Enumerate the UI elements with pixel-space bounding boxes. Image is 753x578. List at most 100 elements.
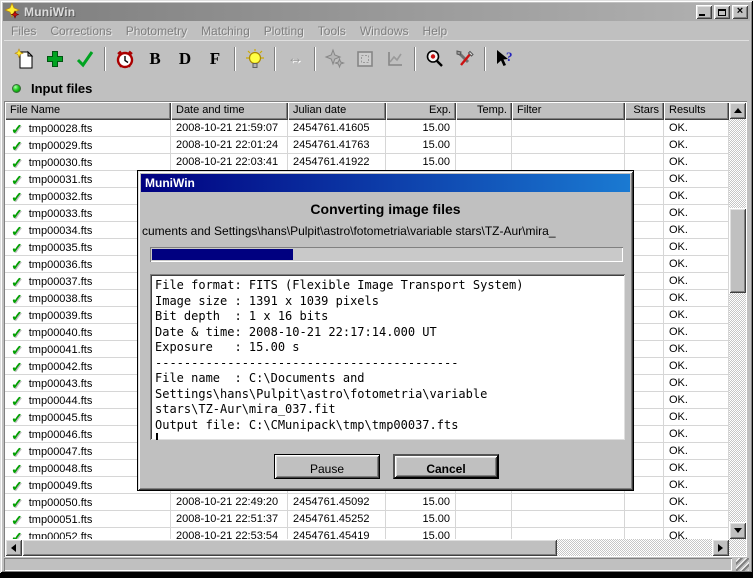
plot-light-curve-button[interactable] xyxy=(380,45,410,73)
cell-results[interactable]: OK. xyxy=(664,239,729,256)
cell-results[interactable]: OK. xyxy=(664,358,729,375)
matching-button[interactable] xyxy=(320,45,350,73)
context-help-button[interactable]: ? xyxy=(490,45,520,73)
cell-exp[interactable]: 15.00 xyxy=(386,511,456,528)
cell-file[interactable]: ✓tmp00050.fts xyxy=(5,494,171,511)
cell-datetime[interactable]: 2008-10-21 22:49:20 xyxy=(171,494,288,511)
cell-file[interactable]: ✓tmp00029.fts xyxy=(5,137,171,154)
flat-correction-button[interactable]: F xyxy=(200,45,230,73)
cell-filter[interactable] xyxy=(512,154,625,171)
cell-filter[interactable] xyxy=(512,137,625,154)
cell-results[interactable]: OK. xyxy=(664,426,729,443)
cell-results[interactable]: OK. xyxy=(664,256,729,273)
cell-stars[interactable] xyxy=(625,528,664,539)
minimize-button[interactable] xyxy=(696,5,712,19)
cell-results[interactable]: OK. xyxy=(664,154,729,171)
cell-results[interactable]: OK. xyxy=(664,188,729,205)
cell-file[interactable]: ✓tmp00051.fts xyxy=(5,511,171,528)
cell-results[interactable]: OK. xyxy=(664,171,729,188)
cell-temp[interactable] xyxy=(456,120,512,137)
horizontal-scrollbar[interactable] xyxy=(5,539,729,556)
cell-datetime[interactable]: 2008-10-21 21:59:07 xyxy=(171,120,288,137)
table-row[interactable]: ✓tmp00050.fts2008-10-21 22:49:202454761.… xyxy=(5,494,729,511)
cell-results[interactable]: OK. xyxy=(664,392,729,409)
cell-results[interactable]: OK. xyxy=(664,409,729,426)
menu-files[interactable]: Files xyxy=(4,22,43,40)
cell-results[interactable]: OK. xyxy=(664,222,729,239)
frame-preview-button[interactable] xyxy=(350,45,380,73)
pause-button[interactable]: Pause xyxy=(274,454,380,479)
cell-temp[interactable] xyxy=(456,511,512,528)
express-reduction-button[interactable]: ↔ xyxy=(280,45,310,73)
add-files-button[interactable] xyxy=(40,45,70,73)
find-variables-button[interactable] xyxy=(420,45,450,73)
cell-results[interactable]: OK. xyxy=(664,137,729,154)
cell-stars[interactable] xyxy=(625,137,664,154)
cell-results[interactable]: OK. xyxy=(664,341,729,358)
cell-results[interactable]: OK. xyxy=(664,120,729,137)
cell-filter[interactable] xyxy=(512,528,625,539)
cell-temp[interactable] xyxy=(456,154,512,171)
maximize-button[interactable] xyxy=(714,5,730,19)
column-header-temp[interactable]: Temp. xyxy=(456,102,512,120)
cell-results[interactable]: OK. xyxy=(664,205,729,222)
cell-file[interactable]: ✓tmp00052.fts xyxy=(5,528,171,539)
cell-results[interactable]: OK. xyxy=(664,273,729,290)
resize-grip[interactable] xyxy=(736,558,749,571)
bias-correction-button[interactable]: B xyxy=(140,45,170,73)
cell-exp[interactable]: 15.00 xyxy=(386,137,456,154)
new-project-button[interactable] xyxy=(10,45,40,73)
table-row[interactable]: ✓tmp00030.fts2008-10-21 22:03:412454761.… xyxy=(5,154,729,171)
column-header-datetime[interactable]: Date and time xyxy=(171,102,288,120)
cell-stars[interactable] xyxy=(625,494,664,511)
scroll-up-button[interactable] xyxy=(729,102,746,119)
dark-correction-button[interactable]: D xyxy=(170,45,200,73)
menu-photometry[interactable]: Photometry xyxy=(119,22,194,40)
conversion-log-box[interactable]: File format: FITS (Flexible Image Transp… xyxy=(150,274,625,440)
menu-corrections[interactable]: Corrections xyxy=(43,22,118,40)
cell-results[interactable]: OK. xyxy=(664,511,729,528)
cell-filter[interactable] xyxy=(512,120,625,137)
column-header-file[interactable]: File Name xyxy=(5,102,171,120)
cell-exp[interactable]: 15.00 xyxy=(386,154,456,171)
cell-julian[interactable]: 2454761.45092 xyxy=(288,494,386,511)
cell-results[interactable]: OK. xyxy=(664,307,729,324)
cell-julian[interactable]: 2454761.45252 xyxy=(288,511,386,528)
time-correction-button[interactable] xyxy=(110,45,140,73)
cell-results[interactable]: OK. xyxy=(664,375,729,392)
cell-results[interactable]: OK. xyxy=(664,443,729,460)
cell-results[interactable]: OK. xyxy=(664,324,729,341)
cell-exp[interactable]: 15.00 xyxy=(386,494,456,511)
cell-stars[interactable] xyxy=(625,511,664,528)
table-row[interactable]: ✓tmp00029.fts2008-10-21 22:01:242454761.… xyxy=(5,137,729,154)
cell-temp[interactable] xyxy=(456,494,512,511)
cell-datetime[interactable]: 2008-10-21 22:03:41 xyxy=(171,154,288,171)
horizontal-scroll-thumb[interactable] xyxy=(22,539,557,556)
cell-datetime[interactable]: 2008-10-21 22:53:54 xyxy=(171,528,288,539)
cell-results[interactable]: OK. xyxy=(664,477,729,494)
cell-filter[interactable] xyxy=(512,494,625,511)
cell-results[interactable]: OK. xyxy=(664,460,729,477)
project-settings-button[interactable] xyxy=(450,45,480,73)
vertical-scroll-thumb[interactable] xyxy=(729,208,746,293)
scroll-left-button[interactable] xyxy=(5,539,22,556)
vertical-scrollbar[interactable] xyxy=(729,102,746,539)
menu-help[interactable]: Help xyxy=(416,22,455,40)
menu-matching[interactable]: Matching xyxy=(194,22,257,40)
cell-file[interactable]: ✓tmp00030.fts xyxy=(5,154,171,171)
column-header-stars[interactable]: Stars xyxy=(625,102,664,120)
cell-temp[interactable] xyxy=(456,528,512,539)
cell-julian[interactable]: 2454761.41763 xyxy=(288,137,386,154)
cell-exp[interactable]: 15.00 xyxy=(386,120,456,137)
photometry-button[interactable] xyxy=(240,45,270,73)
cell-datetime[interactable]: 2008-10-21 22:51:37 xyxy=(171,511,288,528)
cell-stars[interactable] xyxy=(625,154,664,171)
convert-files-button[interactable] xyxy=(70,45,100,73)
cell-results[interactable]: OK. xyxy=(664,528,729,539)
cell-filter[interactable] xyxy=(512,511,625,528)
column-header-julian[interactable]: Julian date xyxy=(288,102,386,120)
column-header-filter[interactable]: Filter xyxy=(512,102,625,120)
scroll-down-button[interactable] xyxy=(729,522,746,539)
close-button[interactable]: × xyxy=(732,5,748,19)
table-row[interactable]: ✓tmp00028.fts2008-10-21 21:59:072454761.… xyxy=(5,120,729,137)
